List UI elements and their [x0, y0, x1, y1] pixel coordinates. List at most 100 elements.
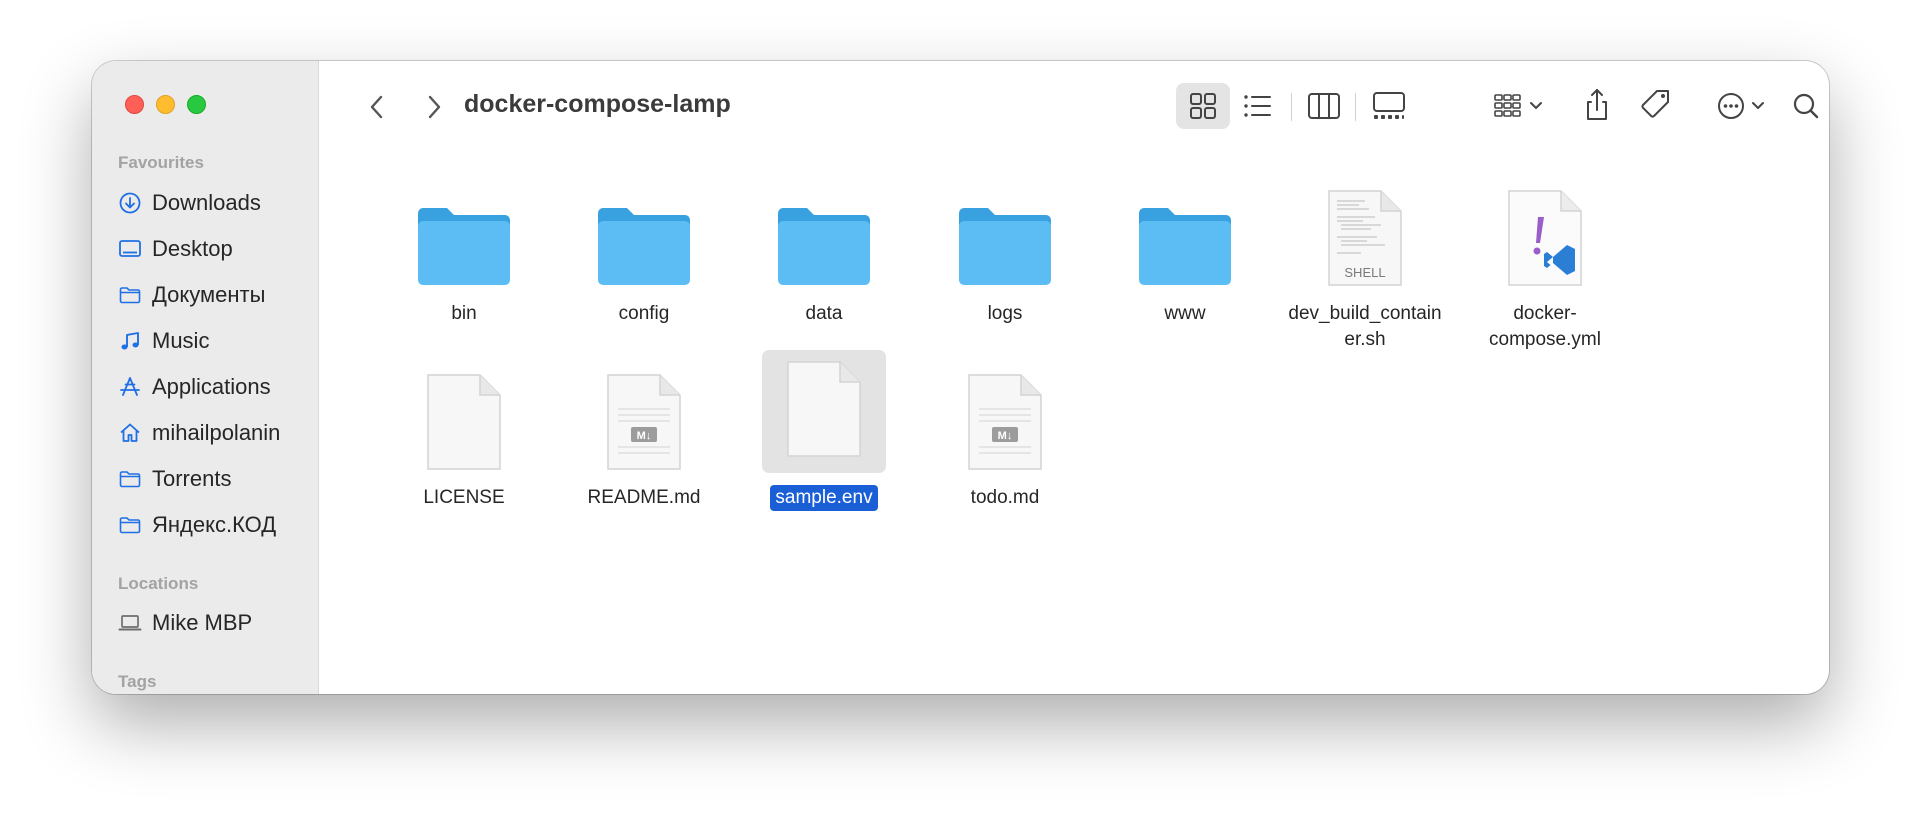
sidebar-item-applications[interactable]: Applications [118, 367, 271, 407]
zoom-button[interactable] [187, 95, 206, 114]
list-view-button[interactable] [1234, 83, 1282, 129]
sidebar-item-label: Music [152, 328, 210, 353]
sidebar-item-documents[interactable]: Документы [118, 275, 265, 315]
gallery-view-button[interactable] [1362, 83, 1416, 129]
sidebar-section-locations: Locations [118, 574, 199, 593]
forward-icon [428, 95, 441, 119]
file-item-docker-compose-yml[interactable]: docker- compose.yml [1455, 177, 1635, 353]
more-icon [1718, 93, 1764, 119]
desktop-icon [119, 240, 141, 257]
back-icon [370, 95, 383, 119]
toolbar-divider [1291, 93, 1292, 121]
group-button[interactable] [1489, 83, 1551, 129]
document-icon [787, 361, 861, 457]
sidebar-item-music[interactable]: Music [118, 321, 209, 361]
sidebar-item-label: Desktop [152, 236, 233, 261]
file-grid: bin config data logs www SHELL dev_build… [319, 161, 1829, 694]
sidebar-item-torrents[interactable]: Torrents [118, 459, 231, 499]
home-icon [120, 423, 140, 442]
file-name: www [1164, 303, 1206, 324]
file-name: config [618, 303, 670, 324]
more-actions-button[interactable] [1713, 83, 1775, 129]
sidebar-section-favourites: Favourites [118, 153, 204, 172]
file-name: logs [987, 303, 1023, 324]
selection-highlight [762, 350, 886, 473]
folder-icon [598, 208, 690, 285]
sidebar-section-tags: Tags [118, 672, 157, 691]
back-button[interactable] [359, 87, 395, 127]
minimize-button[interactable] [156, 95, 175, 114]
icon-view-icon [1190, 93, 1216, 119]
file-item-dev-build-container-sh[interactable]: SHELL dev_build_contain er.sh [1275, 177, 1455, 353]
forward-button[interactable] [416, 87, 452, 127]
toolbar: docker-compose-lamp [319, 61, 1829, 161]
file-item-www[interactable]: www [1095, 177, 1275, 327]
file-name: docker- compose.yml [1489, 303, 1601, 350]
shell-badge: SHELL [1344, 265, 1385, 280]
sidebar-item-label: Torrents [152, 466, 232, 491]
share-button[interactable] [1577, 83, 1617, 129]
sidebar-item-label: Applications [152, 374, 271, 399]
file-item-logs[interactable]: logs [915, 177, 1095, 327]
file-name: sample.env [770, 485, 878, 511]
gallery-view-icon [1373, 92, 1405, 119]
vscode-yml-file-icon [1508, 190, 1582, 286]
shell-script-icon: SHELL [1328, 190, 1402, 286]
share-icon [1587, 89, 1607, 120]
file-item-sample-env[interactable]: sample.env [734, 350, 914, 511]
file-item-todo-md[interactable]: M↓ todo.md [915, 361, 1095, 511]
sidebar-item-mike-mbp[interactable]: Mike MBP [118, 603, 252, 643]
file-item-license[interactable]: LICENSE [374, 361, 554, 511]
sidebar-item-home[interactable]: mihailpolanin [118, 413, 280, 453]
folder-icon [119, 287, 141, 304]
file-item-readme-md[interactable]: M↓ README.md [554, 361, 734, 511]
finder-window: Favourites Downloads Desktop Документы M… [92, 61, 1829, 694]
folder-icon [959, 208, 1051, 285]
sidebar: Favourites Downloads Desktop Документы M… [92, 61, 319, 694]
file-name: LICENSE [423, 487, 505, 508]
document-icon [427, 374, 501, 470]
toolbar-divider [1355, 93, 1356, 121]
markdown-badge: M↓ [998, 430, 1013, 442]
markdown-file-icon: M↓ [607, 374, 681, 470]
sidebar-item-label: Документы [152, 282, 266, 307]
music-note-icon [121, 332, 139, 350]
sidebar-item-label: mihailpolanin [152, 420, 281, 445]
sidebar-item-yandex-kod[interactable]: Яндекс.КОД [118, 505, 276, 545]
icon-view-button[interactable] [1176, 83, 1230, 129]
close-button[interactable] [125, 95, 144, 114]
file-item-config[interactable]: config [554, 177, 734, 327]
file-item-data[interactable]: data [734, 177, 914, 327]
tag-icon [1641, 90, 1669, 118]
folder-icon [778, 208, 870, 285]
search-button[interactable] [1786, 83, 1826, 129]
folder-icon [119, 471, 141, 488]
sidebar-item-label: Downloads [152, 190, 261, 215]
sidebar-item-label: Яндекс.КОД [152, 512, 277, 537]
column-view-button[interactable] [1299, 83, 1349, 129]
markdown-file-icon: M↓ [968, 374, 1042, 470]
download-circle-icon [119, 192, 141, 214]
window-controls [125, 95, 206, 114]
file-name: data [805, 303, 843, 324]
file-item-bin[interactable]: bin [374, 177, 554, 327]
folder-icon [418, 208, 510, 285]
laptop-icon [118, 615, 142, 631]
file-name: bin [451, 303, 477, 324]
list-view-icon [1244, 95, 1271, 117]
file-name: README.md [587, 487, 701, 508]
window-title: docker-compose-lamp [464, 90, 731, 118]
sidebar-item-desktop[interactable]: Desktop [118, 229, 233, 269]
file-name: todo.md [970, 487, 1040, 508]
search-icon [1793, 93, 1819, 119]
sidebar-item-label: Mike MBP [152, 610, 253, 635]
column-view-icon [1308, 93, 1340, 119]
applications-icon [120, 377, 140, 396]
markdown-badge: M↓ [637, 430, 652, 442]
tag-button[interactable] [1635, 83, 1677, 129]
folder-icon [119, 517, 141, 534]
group-icon [1494, 94, 1542, 117]
folder-icon [1139, 208, 1231, 285]
file-name: dev_build_contain er.sh [1288, 303, 1442, 350]
sidebar-item-downloads[interactable]: Downloads [118, 183, 261, 223]
